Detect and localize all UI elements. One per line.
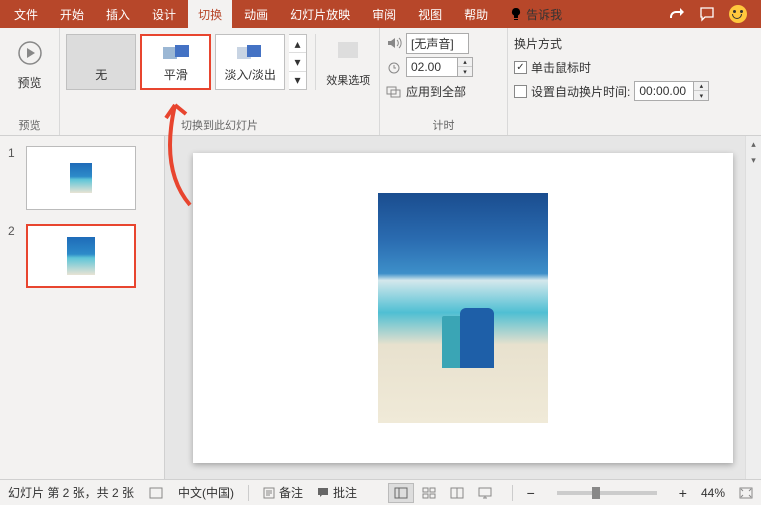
tab-review[interactable]: 审阅: [362, 0, 406, 28]
vertical-scrollbar[interactable]: ▴ ▾: [745, 136, 761, 479]
gallery-up-icon[interactable]: ▴: [289, 35, 305, 53]
sound-icon: [386, 36, 402, 50]
thumbnail-panel: 1 2: [0, 136, 165, 479]
scroll-down-icon[interactable]: ▾: [746, 152, 761, 168]
tab-tellme[interactable]: 告诉我: [500, 0, 572, 28]
tab-insert[interactable]: 插入: [96, 0, 140, 28]
fit-window-icon[interactable]: [739, 487, 753, 499]
view-slideshow[interactable]: [472, 483, 498, 503]
after-input[interactable]: [635, 84, 693, 98]
thumb-number-1: 1: [8, 146, 20, 210]
view-buttons: [388, 483, 498, 503]
tab-design[interactable]: 设计: [142, 0, 186, 28]
comment-icon: [317, 487, 329, 499]
fade-icon: [235, 43, 265, 63]
language-label[interactable]: 中文(中国): [178, 484, 234, 501]
tab-transitions[interactable]: 切换: [188, 0, 232, 28]
transition-fade[interactable]: 淡入/淡出: [215, 34, 285, 90]
gallery-scroll[interactable]: ▴ ▾ ▾: [289, 34, 306, 90]
preview-label: 预览: [17, 74, 41, 91]
ribbon-tabs: 文件 开始 插入 设计 切换 动画 幻灯片放映 审阅 视图 帮助 告诉我: [0, 0, 761, 28]
view-reading[interactable]: [444, 483, 470, 503]
tab-animations[interactable]: 动画: [234, 0, 278, 28]
tab-home[interactable]: 开始: [50, 0, 94, 28]
transition-none-label: 无: [95, 66, 107, 83]
advance-title: 换片方式: [514, 35, 562, 52]
group-transition-label: 切换到此幻灯片: [66, 115, 373, 133]
workspace: 1 2 ▴ ▾: [0, 136, 761, 479]
play-circle-icon: [15, 38, 45, 68]
duration-spinner[interactable]: ▴▾: [406, 57, 473, 77]
slide-thumb-2[interactable]: [26, 224, 136, 288]
view-normal[interactable]: [388, 483, 414, 503]
zoom-slider[interactable]: [557, 491, 657, 495]
transition-fade-label: 淡入/淡出: [225, 66, 276, 83]
comments-icon[interactable]: [699, 6, 715, 22]
after-down[interactable]: ▾: [694, 91, 708, 100]
ribbon: 预览 预览 无 平滑 淡入/淡出 ▴ ▾ ▾: [0, 28, 761, 136]
duration-up[interactable]: ▴: [458, 58, 472, 67]
effect-options-icon: [334, 40, 362, 64]
notes-button[interactable]: 备注: [263, 484, 303, 501]
duration-input[interactable]: [407, 60, 457, 74]
preview-button[interactable]: 预览: [6, 32, 53, 110]
slide-counter: 幻灯片 第 2 张，共 2 张: [8, 484, 134, 501]
group-preview-label: 预览: [6, 115, 53, 133]
status-bar: 幻灯片 第 2 张，共 2 张 中文(中国) 备注 批注 − + 44%: [0, 479, 761, 505]
after-checkbox[interactable]: [514, 85, 527, 98]
apply-all-label: 应用到全部: [406, 83, 466, 100]
tab-view[interactable]: 视图: [408, 0, 452, 28]
on-click-checkbox[interactable]: ✓: [514, 61, 527, 74]
current-slide[interactable]: [193, 153, 733, 463]
title-right: [669, 5, 757, 23]
morph-icon: [161, 43, 191, 63]
zoom-value[interactable]: 44%: [701, 486, 725, 500]
slide-editor: ▴ ▾: [165, 136, 761, 479]
transition-morph-label: 平滑: [164, 66, 188, 83]
effect-options-button: 效果选项: [324, 32, 373, 110]
slide-thumb-1[interactable]: [26, 146, 136, 210]
group-timing-label: 计时: [386, 115, 501, 133]
gallery-more-icon[interactable]: ▾: [289, 72, 305, 89]
share-icon[interactable]: [669, 6, 685, 22]
thumb-number-2: 2: [8, 224, 20, 288]
notes-icon: [263, 487, 275, 499]
effect-options-label: 效果选项: [326, 72, 370, 88]
sound-dropdown[interactable]: [无声音]: [406, 33, 469, 54]
feedback-smiley-icon[interactable]: [729, 5, 747, 23]
slide-image[interactable]: [378, 193, 548, 423]
after-spinner[interactable]: ▴▾: [634, 81, 709, 101]
transition-none[interactable]: 无: [66, 34, 136, 90]
apply-all-icon: [386, 84, 402, 98]
comments-button[interactable]: 批注: [317, 484, 357, 501]
tab-help[interactable]: 帮助: [454, 0, 498, 28]
tab-slideshow[interactable]: 幻灯片放映: [280, 0, 360, 28]
tab-file[interactable]: 文件: [4, 0, 48, 28]
view-sorter[interactable]: [416, 483, 442, 503]
after-up[interactable]: ▴: [694, 82, 708, 91]
zoom-out[interactable]: −: [527, 485, 535, 501]
transition-morph[interactable]: 平滑: [140, 34, 211, 90]
duration-down[interactable]: ▾: [458, 67, 472, 76]
after-label: 设置自动换片时间:: [531, 83, 630, 100]
gallery-down-icon[interactable]: ▾: [289, 53, 305, 71]
lightbulb-icon: [510, 7, 522, 21]
duration-icon: [386, 60, 402, 74]
spellcheck-icon[interactable]: [148, 486, 164, 500]
apply-to-all-button[interactable]: 应用到全部: [386, 80, 466, 102]
scroll-up-icon[interactable]: ▴: [746, 136, 761, 152]
on-click-label: 单击鼠标时: [531, 59, 591, 76]
zoom-in[interactable]: +: [679, 485, 687, 501]
